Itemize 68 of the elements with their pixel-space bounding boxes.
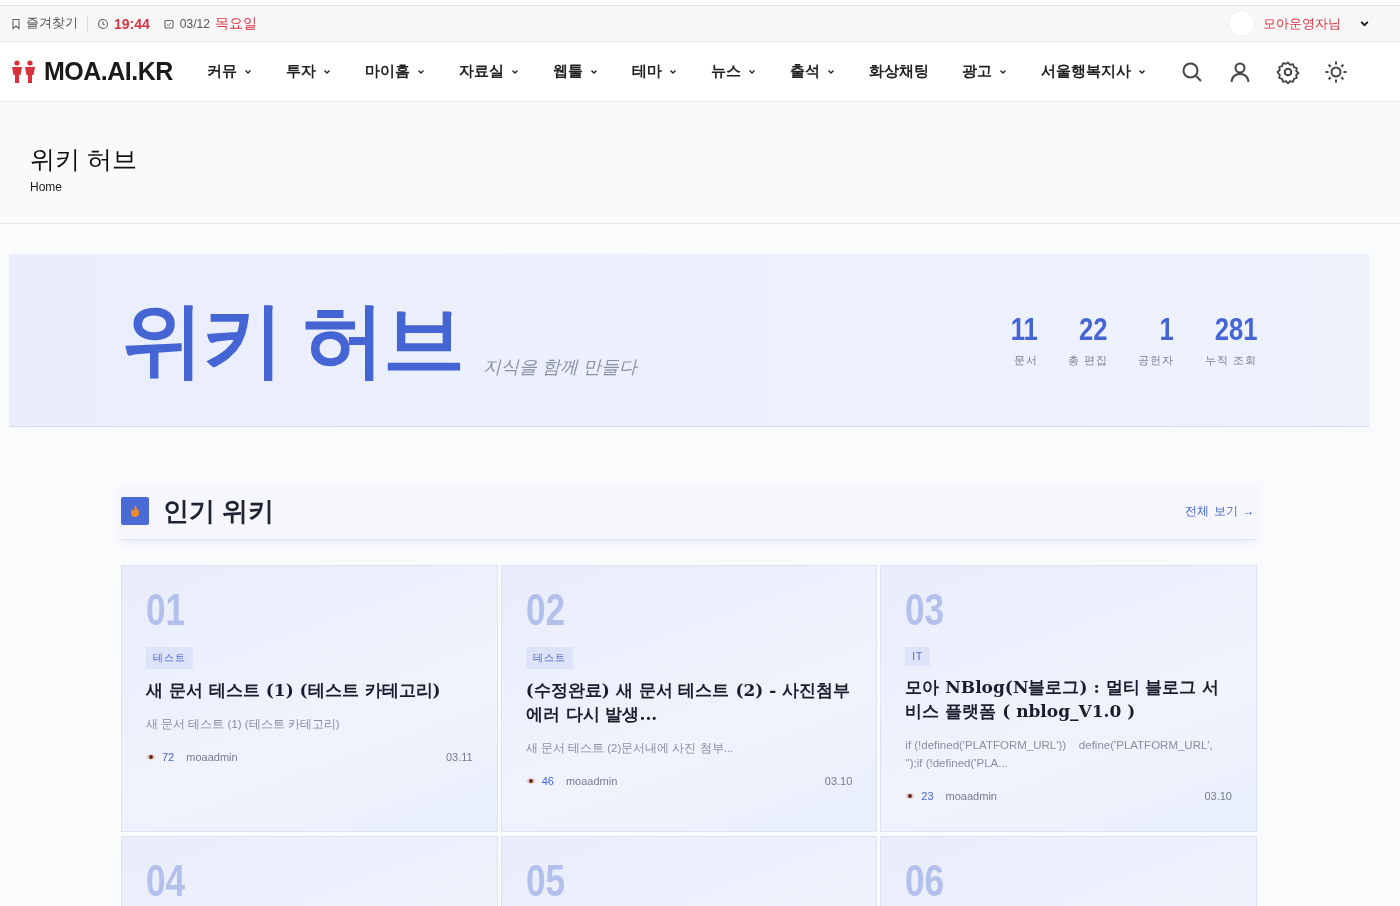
stat-value: 22 bbox=[1079, 311, 1108, 348]
stat-value: 281 bbox=[1214, 311, 1257, 348]
category-tag[interactable]: 테스트 bbox=[525, 647, 573, 669]
category-tag[interactable]: IT bbox=[905, 647, 931, 666]
nav-menu-item[interactable]: 웹툴 bbox=[552, 62, 599, 81]
section-title: 인기 위키 bbox=[163, 494, 275, 528]
card-date: 03.10 bbox=[824, 775, 853, 787]
nav-menu-item[interactable]: 뉴스 bbox=[710, 62, 757, 81]
eye-icon bbox=[905, 791, 916, 802]
bookmark-icon bbox=[10, 17, 22, 30]
author-name: moaadmin bbox=[565, 775, 619, 787]
view-count: 46 bbox=[541, 775, 554, 787]
rank-number: 01 bbox=[146, 588, 186, 632]
weekday: 목요일 bbox=[214, 14, 257, 33]
nav-menu-item[interactable]: 테마 bbox=[631, 62, 678, 81]
rank-number: 05 bbox=[525, 859, 565, 903]
view-count: 23 bbox=[921, 790, 934, 803]
wiki-card[interactable]: 03 IT 모아 NBlog(N블로그) : 멀티 블로그 서비스 플랫폼 ( nblog_V1.0 ) if (!defined('PLATFORM_URL')) define('PLATFORM_URL', '');if (!defined('PLA... 23 moaadmin 03.10 bbox=[880, 565, 1257, 832]
nav-menu-item[interactable]: 광고 bbox=[961, 62, 1008, 81]
author-name: moaadmin bbox=[186, 751, 239, 764]
wiki-card[interactable]: 01 테스트 새 문서 테스트 (1) (테스트 카테고리) 새 문서 테스트 (1) (테스트 카테고리) 72 moaadmin 03.11 bbox=[121, 565, 498, 832]
sun-icon[interactable] bbox=[1323, 59, 1348, 84]
nav-menu-item[interactable]: 자료실 bbox=[458, 62, 520, 81]
card-excerpt: 새 문서 테스트 (1) (테스트 카테고리) bbox=[146, 716, 340, 732]
card-excerpt: 새 문서 테스트 (2)문서내에 사진 첨부... bbox=[525, 740, 734, 756]
nav-menu-item[interactable]: 커뮤 bbox=[206, 62, 253, 81]
rank-number: 04 bbox=[146, 859, 186, 903]
page-title: 위키 허브 bbox=[30, 144, 138, 175]
bookmark-link[interactable]: 즐겨찾기 bbox=[10, 15, 78, 32]
rank-number: 03 bbox=[905, 588, 945, 632]
eye-icon bbox=[525, 776, 536, 786]
hero-title: 위키 허브 bbox=[122, 299, 463, 381]
card-date: 03.11 bbox=[445, 751, 473, 764]
card-date: 03.10 bbox=[1204, 790, 1232, 803]
current-date: 03/12 bbox=[179, 16, 210, 31]
wiki-card[interactable]: 02 테스트 (수정완료) 새 문서 테스트 (2) - 사진첨부 에러 다시 발생... 새 문서 테스트 (2)문서내에 사진 첨부... 46 moaadmin 03.10 bbox=[500, 565, 878, 832]
stat-label: 누적 조회 bbox=[1204, 353, 1257, 369]
stat-label: 총 편집 bbox=[1067, 353, 1108, 369]
flame-icon bbox=[121, 497, 149, 525]
user-menu[interactable]: 모아운영자님 bbox=[1263, 14, 1341, 33]
current-time: 19:44 bbox=[114, 15, 150, 32]
site-logo[interactable]: MOA.AI.KR bbox=[44, 57, 173, 86]
nav-menu-item[interactable]: 서울행복지사 bbox=[1040, 62, 1147, 81]
breadcrumb-link[interactable]: Home bbox=[30, 180, 1370, 194]
calendar-icon bbox=[162, 17, 175, 30]
card-title: 모아 NBlog(N블로그) : 멀티 블로그 서비스 플랫폼 ( nblog_V1.0 ) bbox=[905, 676, 1221, 723]
card-title: (수정완료) 새 문서 테스트 (2) - 사진첨부 에러 다시 발생... bbox=[525, 679, 852, 726]
people-logo-icon bbox=[10, 59, 38, 84]
settings-icon[interactable] bbox=[1275, 59, 1300, 84]
nav-menu-item[interactable]: 화상채팅 bbox=[868, 62, 929, 81]
stat-label: 문서 bbox=[1013, 353, 1038, 369]
card-excerpt: if (!defined('PLATFORM_URL')) define('PLATFORM_URL', '');if (!defined('PLA... bbox=[905, 737, 1214, 771]
stat-value: 11 bbox=[1010, 311, 1038, 348]
hero-subtitle: 지식을 함께 만들다 bbox=[482, 356, 637, 379]
view-all-link[interactable]: 전체 보기 → bbox=[1184, 502, 1255, 520]
rank-number: 02 bbox=[525, 588, 565, 632]
stat-label: 공헌자 bbox=[1137, 353, 1174, 369]
card-title: 새 문서 테스트 (1) (테스트 카테고리) bbox=[146, 679, 441, 702]
category-tag[interactable]: 테스트 bbox=[146, 647, 193, 669]
rank-number: 06 bbox=[905, 859, 945, 903]
eye-icon bbox=[146, 752, 156, 763]
clock-icon bbox=[97, 17, 109, 30]
author-name: moaadmin bbox=[945, 790, 998, 803]
nav-menu-item[interactable]: 마이홈 bbox=[364, 62, 426, 81]
nav-menu-item[interactable]: 출석 bbox=[789, 62, 836, 81]
nav-menu-item[interactable]: 투자 bbox=[285, 62, 332, 81]
stat-value: 1 bbox=[1159, 311, 1174, 348]
view-count: 72 bbox=[162, 751, 175, 764]
